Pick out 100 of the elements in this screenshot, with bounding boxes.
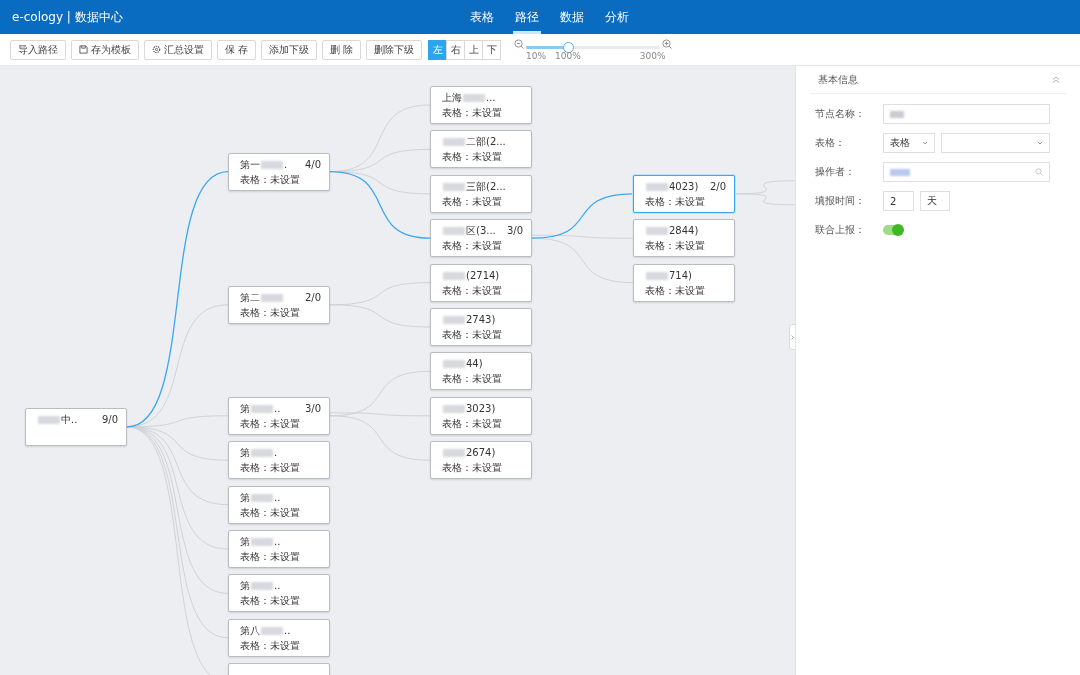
nav-tab[interactable]: 路径 xyxy=(513,0,541,34)
toolbar-button[interactable]: 导入路径 xyxy=(10,39,66,60)
tree-node[interactable]: 第八 .. 表格：未设置 xyxy=(228,618,330,657)
node-table-status: 表格：未设置 xyxy=(442,329,503,341)
node-table-status: 表格：未设置 xyxy=(240,506,301,519)
select-field[interactable] xyxy=(941,133,1050,153)
slider-thumb[interactable] xyxy=(562,41,574,53)
node-name: 第八 xyxy=(240,624,260,637)
node-table-status: 表格：未设置 xyxy=(442,462,503,475)
node-name: .. xyxy=(274,580,281,593)
tree-node[interactable]: 第 .. 表格：未设置 xyxy=(228,574,330,613)
node-name: 区(3... xyxy=(466,225,496,238)
node-name: .. xyxy=(274,536,281,548)
node-table-status: 表格：未设置 xyxy=(442,107,503,119)
tree-node[interactable]: 第 . 表格：未设置 xyxy=(228,441,330,480)
toggle-switch[interactable] xyxy=(883,225,903,235)
chevron-up-icon[interactable] xyxy=(1052,76,1060,83)
tree-node[interactable]: 第 .. 3/0 表格：未设置 xyxy=(228,396,330,435)
node-name: ... xyxy=(486,92,496,104)
select-field[interactable]: 表格 xyxy=(883,133,935,153)
node-name: 第 xyxy=(240,536,250,548)
tree-node[interactable]: 2674) 表格：未设置 xyxy=(430,441,532,480)
toolbar-button[interactable]: 汇总设置 xyxy=(144,39,212,60)
direction-button[interactable]: 下 xyxy=(482,39,502,60)
caret-icon xyxy=(1037,141,1043,145)
tree-node[interactable]: 第 .. 表格：未设置 xyxy=(228,530,330,568)
toolbar-button[interactable]: 删 除 xyxy=(322,39,362,60)
input-field[interactable] xyxy=(883,104,1050,124)
nav-tab[interactable]: 分析 xyxy=(603,0,631,34)
zoom-tick-label: 100% xyxy=(555,50,581,61)
node-table-status: 表格：未设置 xyxy=(240,551,301,563)
search-field[interactable] xyxy=(883,162,1050,182)
node-name: 44) xyxy=(466,358,483,371)
tree-node[interactable]: 第一 . 4/0 表格：未设置 xyxy=(228,152,330,191)
tree-node[interactable]: 上海 ... 表格：未设置 xyxy=(430,86,532,124)
node-name: . xyxy=(284,158,288,171)
toolbar-button[interactable]: 删除下级 xyxy=(366,39,423,60)
tree-node[interactable]: (2714) 表格：未设置 xyxy=(430,263,532,302)
node-table-status: 表格：未设置 xyxy=(645,195,706,208)
tree-node[interactable]: 区(3... 3/0 表格：未设置 xyxy=(430,219,532,258)
node-table-status: 表格：未设置 xyxy=(442,240,503,253)
zoom-out-icon[interactable] xyxy=(514,38,525,49)
node-count: 9/0 xyxy=(101,413,118,426)
input-field[interactable]: 2 xyxy=(883,191,914,211)
caret-icon xyxy=(922,141,928,145)
node-name: 第 xyxy=(240,580,250,593)
node-name: (2714) xyxy=(466,269,500,282)
node-table-status: 表格：未设置 xyxy=(645,240,706,253)
node-name: 第二 xyxy=(240,291,260,304)
zoom-tick-label: 10% xyxy=(525,50,546,61)
node-name: .. xyxy=(274,402,281,415)
node-name: .. xyxy=(274,491,281,504)
tree-node[interactable]: 中.. 9/0 xyxy=(25,407,127,446)
search-icon[interactable] xyxy=(1035,168,1043,176)
node-table-status: 表格：未设置 xyxy=(240,173,301,186)
nav-tab[interactable]: 数据 xyxy=(558,0,586,34)
toolbar-button[interactable]: 存为模板 xyxy=(71,39,139,60)
app-title: e-cology | 数据中心 xyxy=(12,8,123,26)
field-label: 联合上报： xyxy=(815,223,866,237)
node-table-status: 表格：未设置 xyxy=(240,417,301,430)
node-name: 714) xyxy=(669,269,692,282)
node-name: 三部(2... xyxy=(466,180,506,193)
zoom-in-icon[interactable] xyxy=(662,38,673,49)
toolbar-button[interactable]: 添加下级 xyxy=(261,39,318,60)
node-name: 二部(2... xyxy=(466,136,506,149)
node-table-status: 表格：未设置 xyxy=(240,306,301,319)
tree-node[interactable]: 3023) 表格：未设置 xyxy=(430,396,532,435)
node-name: 2743) xyxy=(466,314,496,326)
tree-node[interactable]: 二部(2... 表格：未设置 xyxy=(430,130,532,169)
tree-node[interactable]: 4023) 2/0 表格：未设置 xyxy=(633,174,735,213)
tree-node[interactable]: 2743) 表格：未设置 xyxy=(430,308,532,346)
node-name: .. xyxy=(284,624,291,637)
toolbar-button[interactable]: 保 存 xyxy=(217,39,257,60)
node-name: 2844) xyxy=(669,225,699,238)
field-label: 操作者： xyxy=(815,165,856,179)
node-table-status: 表格：未设置 xyxy=(240,462,301,475)
node-name: 第一 xyxy=(240,158,260,171)
node-table-status: 表格：未设置 xyxy=(240,595,301,608)
direction-button[interactable]: 上 xyxy=(464,39,484,60)
tree-node[interactable]: 44) 表格：未设置 xyxy=(430,352,532,391)
field-label: 填报时间： xyxy=(815,194,866,208)
select-field[interactable]: 天 xyxy=(920,191,950,211)
node-table-status: 表格：未设置 xyxy=(240,639,301,652)
nav-tab[interactable]: 表格 xyxy=(468,0,496,34)
tree-node[interactable]: 714) 表格：未设置 xyxy=(633,263,735,302)
node-name: 3023) xyxy=(466,402,496,415)
node-name: 2674) xyxy=(466,447,496,460)
node-table-status: 表格：未设置 xyxy=(442,284,503,297)
tree-node[interactable]: 2844) 表格：未设置 xyxy=(633,219,735,258)
node-count: 3/0 xyxy=(506,225,523,238)
chevron-right-icon xyxy=(791,334,794,340)
tree-node[interactable]: 三部(2... 表格：未设置 xyxy=(430,174,532,213)
tree-node[interactable]: 第二 2/0 表格：未设置 xyxy=(228,285,330,324)
save-icon xyxy=(79,45,88,54)
node-table-status: 表格：未设置 xyxy=(442,373,503,386)
node-name: 4023) xyxy=(669,180,699,193)
direction-button[interactable]: 右 xyxy=(446,39,466,60)
node-name: 上海 xyxy=(442,92,462,104)
panel-title: 基本信息 xyxy=(818,72,858,87)
tree-node[interactable]: 第 .. 表格：未设置 xyxy=(228,485,330,524)
